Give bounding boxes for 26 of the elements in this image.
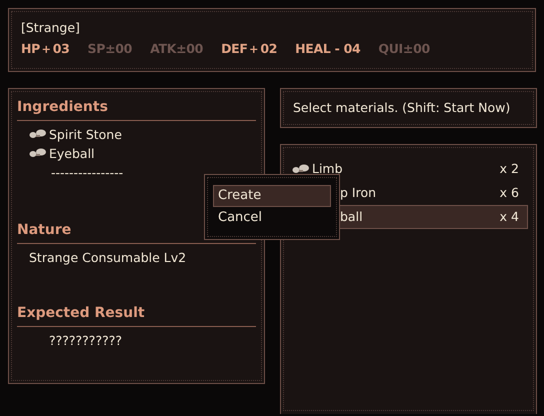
section-heading: Ingredients [17,97,256,121]
material-count: x 2 [500,160,519,178]
stat-value: QUI±00 [378,40,430,58]
stat-value: ATK±00 [150,40,204,58]
result-text: ??????????? [48,332,123,350]
stat-value: DEF＋02 [221,40,278,58]
material-name: Limb [312,160,343,178]
section-heading: Expected Result [17,303,256,327]
ingredient-name: Eyeball [49,146,95,161]
item-title: [Strange] [21,19,81,37]
material-name: p Iron [339,184,376,202]
nature-text: Strange Consumable Lv2 [28,249,188,267]
item-icon [29,147,47,159]
stat-value: HEAL - 04 [295,40,360,58]
material-name: ball [339,208,363,226]
help-message: Select materials. (Shift: Start Now) [280,88,537,128]
item-icon [29,128,47,140]
material-count: x 6 [500,184,519,202]
empty-slot: ---------------- [51,165,124,180]
material-count: x 4 [500,208,519,226]
menu-item[interactable]: Create [213,185,331,207]
material-row[interactable]: Limb x 2 [289,157,528,181]
ingredient-name: Spirit Stone [49,127,122,142]
stat-value: SP±00 [88,40,132,58]
item-icon [292,163,310,175]
stat-value: HP＋03 [21,40,70,58]
